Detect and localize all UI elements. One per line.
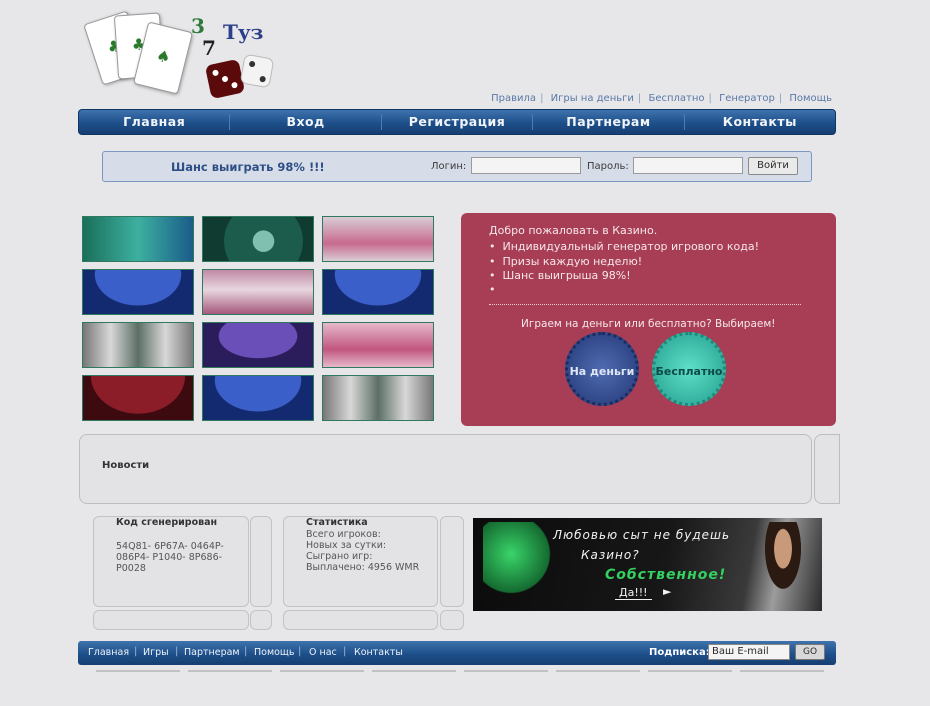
news-side-panel <box>814 434 840 504</box>
game-thumb-poker-2[interactable] <box>322 322 434 368</box>
play-free-button[interactable]: Бесплатно <box>652 332 726 406</box>
dotted-divider <box>489 304 801 305</box>
footer-sep: | <box>244 646 248 657</box>
nav-home[interactable]: Главная <box>79 114 231 130</box>
logo-number-seven: 7 <box>202 36 216 60</box>
main-nav: Главная Вход Регистрация Партнерам Конта… <box>78 109 836 135</box>
game-thumb-slot-machines-1[interactable] <box>82 322 194 368</box>
subscribe-go-button[interactable]: GO <box>795 644 825 660</box>
slogan: Шанс выиграть 98% !!! <box>171 160 325 174</box>
welcome-bullet: • Призы каждую неделю! <box>489 255 643 268</box>
footer-link-home[interactable]: Главная <box>88 647 129 658</box>
footer-link-games[interactable]: Игры <box>143 647 169 658</box>
banner-line2: Казино? <box>581 548 640 562</box>
game-thumb-blackjack-3[interactable] <box>202 375 314 421</box>
casino-banner[interactable]: Любовью сыт не будешь Казино? Собственно… <box>473 518 822 611</box>
banner-cta[interactable]: Да!!! <box>615 586 652 600</box>
stats-panel: Статистика Всего игроков: Новых за сутки… <box>283 516 438 607</box>
footer-link-help[interactable]: Помощь <box>254 647 294 658</box>
game-thumb-slot-machines-2[interactable] <box>322 375 434 421</box>
news-title: Новости <box>102 460 150 471</box>
play-money-button[interactable]: На деньги <box>565 332 639 406</box>
footer-divider <box>280 670 364 672</box>
red-dice-icon <box>204 58 246 100</box>
welcome-bullet-empty: • <box>489 283 496 296</box>
subscribe-label: Подписка: <box>649 647 710 658</box>
top-link-generator[interactable]: Генератор <box>719 93 775 104</box>
welcome-bullet: • Шанс выигрыша 98%! <box>489 269 631 282</box>
game-thumb-blackjack-2[interactable] <box>322 269 434 315</box>
top-link-money-games[interactable]: Игры на деньги <box>551 93 634 104</box>
stats-panel-side <box>440 516 464 607</box>
footer-bar: Главная | Игры | Партнерам | Помощь | О … <box>78 641 836 665</box>
footer-divider <box>372 670 456 672</box>
game-grid <box>82 216 434 422</box>
code-panel-footer-side <box>250 610 272 630</box>
code-panel-side <box>250 516 272 607</box>
banner-line1: Любовью сыт не будешь <box>553 528 731 542</box>
top-link-rules[interactable]: Правила <box>491 93 536 104</box>
stats-panel-footer <box>283 610 438 630</box>
footer-divider <box>464 670 548 672</box>
game-thumb-slots-2[interactable] <box>322 216 434 262</box>
site-logo[interactable]: ♣ ♣ ♠ 3 Туз 7 <box>80 10 295 105</box>
stats-panel-footer-side <box>440 610 464 630</box>
game-thumb-roulette[interactable] <box>202 216 314 262</box>
game-thumb-slots-1[interactable] <box>82 216 194 262</box>
nav-register[interactable]: Регистрация <box>382 114 534 130</box>
welcome-bullet: • Индивидуальный генератор игрового кода… <box>489 240 760 253</box>
subscribe-email-input[interactable]: Ваш E-mail <box>708 644 790 660</box>
password-input[interactable] <box>633 157 743 174</box>
code-panel-title: Код сгенерирован <box>116 517 218 528</box>
login-bar: Шанс выиграть 98% !!! Логин: Пароль: Вой… <box>102 151 812 182</box>
top-link-help[interactable]: Помощь <box>789 93 832 104</box>
footer-link-partners[interactable]: Партнерам <box>184 647 240 658</box>
play-arrow-icon: ► <box>663 585 672 598</box>
generated-code: 54Q81- 6P67A- 0464P- 086P4- P1040- 8P686… <box>116 541 224 574</box>
logo-number-three: 3 <box>191 14 205 38</box>
footer-sep: | <box>343 646 347 657</box>
game-thumb-poker-1[interactable] <box>202 269 314 315</box>
welcome-title: Добро пожаловать в Казино. <box>489 224 658 237</box>
nav-contacts[interactable]: Контакты <box>685 114 835 130</box>
login-input[interactable] <box>471 157 581 174</box>
footer-sep: | <box>298 646 302 657</box>
footer-divider <box>740 670 824 672</box>
footer-divider <box>648 670 732 672</box>
choose-text: Играем на деньги или бесплатно? Выбираем… <box>521 318 776 330</box>
code-panel-footer <box>93 610 249 630</box>
heart-icon <box>483 522 553 602</box>
game-thumb-blackjack-1[interactable] <box>82 269 194 315</box>
top-links: Правила | Игры на деньги | Бесплатно | Гене… <box>491 93 832 104</box>
woman-photo <box>755 522 811 611</box>
nav-login[interactable]: Вход <box>230 114 382 130</box>
footer-divider <box>96 670 180 672</box>
white-dice-icon <box>239 53 275 89</box>
banner-line3: Собственное! <box>605 567 727 583</box>
code-panel: Код сгенерирован 54Q81- 6P67A- 0464P- 08… <box>93 516 249 607</box>
stats-title: Статистика <box>306 517 368 528</box>
login-label: Логин: <box>431 161 467 172</box>
footer-divider <box>188 670 272 672</box>
top-link-free[interactable]: Бесплатно <box>648 93 704 104</box>
password-label: Пароль: <box>587 161 629 172</box>
news-panel: Новости <box>79 434 812 504</box>
stats-text: Всего игроков: Новых за сутки: Сыграно и… <box>306 529 420 573</box>
footer-sep: | <box>134 646 138 657</box>
game-thumb-baccarat[interactable] <box>82 375 194 421</box>
footer-link-contacts[interactable]: Контакты <box>354 647 403 658</box>
footer-link-about[interactable]: О нас <box>309 647 337 658</box>
welcome-box: Добро пожаловать в Казино. • Индивидуаль… <box>461 213 836 426</box>
login-button[interactable]: Войти <box>748 157 798 175</box>
game-thumb-keno[interactable] <box>202 322 314 368</box>
footer-sep: | <box>175 646 179 657</box>
nav-partners[interactable]: Партнерам <box>533 114 685 130</box>
logo-word: Туз <box>223 20 264 44</box>
footer-divider <box>556 670 640 672</box>
